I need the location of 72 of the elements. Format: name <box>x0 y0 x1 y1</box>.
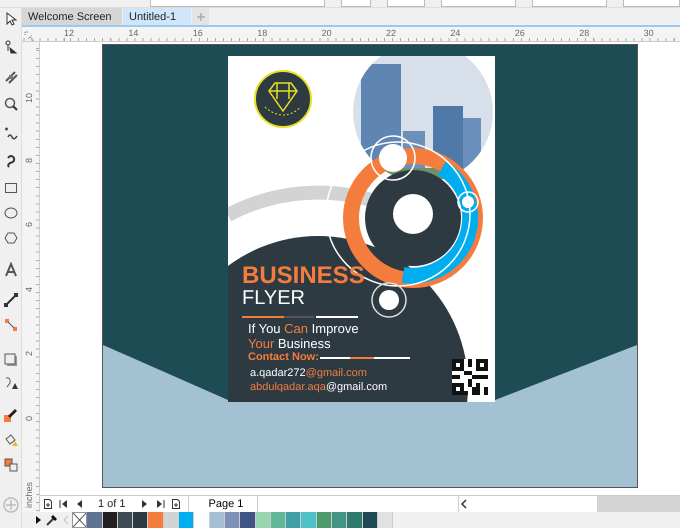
ruler-units-label: inches <box>24 482 34 508</box>
ellipse-icon[interactable] <box>2 205 18 221</box>
page-counter: 1 of 1 <box>97 497 127 512</box>
scroll-left-icon[interactable] <box>459 499 470 509</box>
color-swatch[interactable] <box>148 512 164 528</box>
ruler-label: 26 <box>514 28 525 38</box>
document-tab[interactable]: Welcome Screen <box>22 8 122 25</box>
ruler-label: 18 <box>257 28 268 38</box>
ruler-label: 22 <box>386 28 396 38</box>
document-tab[interactable]: Untitled-1 <box>123 8 191 25</box>
zoom-icon[interactable] <box>2 96 18 112</box>
color-swatch[interactable] <box>378 512 394 528</box>
ruler-label: 24 <box>450 28 460 38</box>
color-swatch[interactable] <box>270 512 286 528</box>
color-swatch[interactable] <box>240 512 256 528</box>
contact-label: Contact Now: <box>248 351 319 363</box>
color-swatch[interactable] <box>164 512 180 528</box>
shadow-icon[interactable] <box>2 352 18 368</box>
tagline-text: If You Can Improve <box>248 321 359 336</box>
ruler-label: 0 <box>24 416 34 422</box>
add-page-icon[interactable] <box>43 499 53 509</box>
text-icon[interactable] <box>2 262 18 278</box>
ruler-label: 20 <box>322 28 332 38</box>
no-color-swatch[interactable] <box>72 512 88 528</box>
ruler-label: 8 <box>24 158 34 163</box>
flyer-title: BUSINESS <box>242 262 365 290</box>
ruler-label: 10 <box>24 93 34 104</box>
logo-icon <box>253 69 313 129</box>
color-swatch[interactable] <box>301 512 317 528</box>
tagline-text: Your Business <box>248 336 331 351</box>
polygon-icon[interactable] <box>2 230 18 246</box>
first-page-icon[interactable] <box>59 499 69 509</box>
flyer-subtitle: FLYER <box>242 287 305 310</box>
previous-page-icon[interactable] <box>75 499 85 509</box>
ruler-origin-icon[interactable] <box>24 31 35 42</box>
color-swatch[interactable] <box>194 512 210 528</box>
ruler-label: 28 <box>579 28 590 38</box>
connector-icon[interactable] <box>2 317 18 333</box>
ruler-label: 2 <box>24 351 34 356</box>
scrollbar-thumb[interactable] <box>597 496 680 512</box>
rectangle-icon[interactable] <box>2 180 18 196</box>
expand-triangle-icon[interactable] <box>34 515 42 525</box>
email-text: abdulqadar.aqa@gmail.com <box>250 381 388 393</box>
fill-icon[interactable] <box>2 432 18 448</box>
node-icon[interactable] <box>2 39 18 55</box>
ruler-label: 14 <box>128 28 138 38</box>
dimension-icon[interactable] <box>2 292 18 308</box>
color-swatch[interactable] <box>362 512 378 528</box>
color-swatch[interactable] <box>210 512 225 528</box>
interactive-fill-icon[interactable] <box>2 457 18 473</box>
ruler-label: 12 <box>64 28 74 38</box>
color-swatch[interactable] <box>87 512 103 528</box>
freehand-icon[interactable] <box>2 125 18 141</box>
color-swatch[interactable] <box>118 512 134 528</box>
color-swatch[interactable] <box>224 512 240 528</box>
email-text: a.qadar272@gmail.com <box>250 367 367 379</box>
color-swatch[interactable] <box>102 512 118 528</box>
ruler-label: 4 <box>24 286 34 292</box>
page-tab[interactable]: Page 1 <box>188 496 258 512</box>
last-page-icon[interactable] <box>154 499 165 509</box>
color-swatch[interactable] <box>347 512 363 528</box>
ruler-label: 30 <box>644 28 654 38</box>
ruler-label: 6 <box>24 222 34 228</box>
ruler-label: 16 <box>192 28 203 38</box>
color-swatch[interactable] <box>332 512 348 528</box>
add-page-icon[interactable] <box>170 499 181 509</box>
color-swatch[interactable] <box>179 512 194 528</box>
qr-code-icon <box>452 359 488 395</box>
color-swatch[interactable] <box>316 512 332 528</box>
color-swatch[interactable] <box>133 512 148 528</box>
color-swatch[interactable] <box>256 512 271 528</box>
color-swatch[interactable] <box>286 512 302 528</box>
